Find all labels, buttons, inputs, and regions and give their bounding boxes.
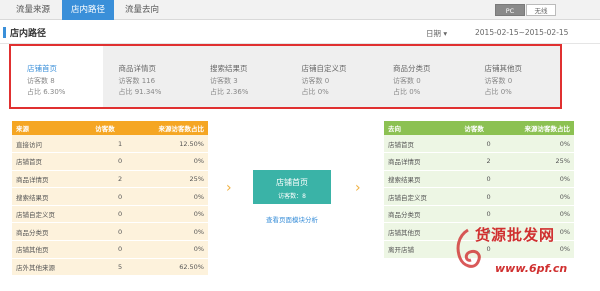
- view-module-analysis-link[interactable]: 查看页面模块分析: [266, 214, 318, 224]
- row-ratio: 0%: [126, 152, 208, 171]
- table-row: 商品详情页 2 25%: [12, 170, 208, 189]
- row-ratio: 0%: [494, 205, 574, 224]
- pc-toggle[interactable]: PC: [495, 4, 525, 16]
- row-label: 直接访问: [12, 135, 84, 154]
- wireless-toggle[interactable]: 无线: [526, 4, 556, 16]
- row-label: 店铺自定义页: [12, 205, 84, 224]
- row-visitors: 0: [453, 135, 495, 154]
- watermark-text: 货源批发网: [475, 226, 556, 244]
- source-table: 来源 访客数 来源访客数占比 直接访问 1 12.50% 店铺首页 0 0% 商品详情页…: [12, 121, 208, 277]
- current-page-title: 店铺首页: [276, 178, 308, 187]
- row-ratio: 62.50%: [126, 258, 208, 277]
- table-row: 店铺自定义页 0 0%: [12, 205, 208, 224]
- row-visitors: 2: [453, 152, 495, 171]
- row-label: 店铺自定义页: [384, 187, 454, 206]
- chevron-right-icon: ›: [226, 180, 232, 196]
- row-visitors: 0: [83, 222, 127, 242]
- section-title: 店内路径: [10, 29, 47, 39]
- row-label: 商品详情页: [12, 170, 84, 189]
- chevron-right-icon: ›: [355, 180, 361, 196]
- date-dropdown[interactable]: 日期 ▾: [426, 28, 447, 39]
- row-visitors: 1: [83, 135, 127, 154]
- date-range: 2015-02-15~2015-02-15: [475, 28, 569, 37]
- table-header-row: 去向 访客数 来源访客数占比: [384, 121, 574, 135]
- chevron-down-icon: ▾: [443, 29, 448, 38]
- row-ratio: 25%: [494, 152, 574, 171]
- col-visitors: 访客数: [83, 121, 127, 135]
- row-label: 搜索结果页: [384, 170, 454, 189]
- table-row: 搜索结果页 0 0%: [12, 187, 208, 206]
- row-label: 商品分类页: [384, 205, 454, 224]
- row-ratio: 25%: [126, 170, 208, 189]
- table-row: 店铺首页 0 0%: [12, 152, 208, 171]
- col-visitors: 访客数: [453, 121, 495, 135]
- table-row: 店外其他来源 5 62.50%: [12, 258, 208, 277]
- row-label: 店铺首页: [12, 152, 84, 171]
- col-source: 来源: [12, 121, 84, 135]
- table-row: 直接访问 1 12.50%: [12, 135, 208, 154]
- row-ratio: 0%: [494, 187, 574, 206]
- row-ratio: 0%: [126, 240, 208, 259]
- row-visitors: 0: [83, 240, 127, 259]
- table-header-row: 来源 访客数 来源访客数占比: [12, 121, 208, 135]
- tab-traffic-destination[interactable]: 流量去向: [118, 0, 166, 20]
- row-label: 店铺首页: [384, 135, 454, 154]
- row-visitors: 0: [83, 187, 127, 206]
- row-label: 店外其他来源: [12, 258, 84, 277]
- top-tab-bar: 流量来源 店内路径 流量去向 PC 无线: [0, 0, 600, 20]
- row-ratio: 0%: [126, 222, 208, 242]
- watermark-url: www.6pf.cn: [495, 262, 568, 275]
- table-row: 搜索结果页 0 0%: [384, 170, 574, 189]
- section-marker: [3, 27, 6, 38]
- col-destination: 去向: [384, 121, 454, 135]
- col-ratio: 来源访客数占比: [126, 121, 208, 135]
- row-visitors: 5: [83, 258, 127, 277]
- row-label: 商品分类页: [12, 222, 84, 242]
- table-row: 商品分类页 0 0%: [384, 205, 574, 224]
- row-ratio: 0%: [494, 170, 574, 189]
- row-label: 搜索结果页: [12, 187, 84, 206]
- table-row: 店铺首页 0 0%: [384, 135, 574, 154]
- date-label: 日期: [426, 29, 441, 38]
- row-visitors: 0: [83, 152, 127, 171]
- row-label: 离开店铺: [384, 240, 454, 259]
- row-visitors: 0: [83, 205, 127, 224]
- table-row: 店铺其他页 0 0%: [12, 240, 208, 259]
- row-visitors: 2: [83, 170, 127, 189]
- section-header: 店内路径 日期 ▾ 2015-02-15~2015-02-15: [0, 22, 600, 44]
- row-ratio: 0%: [126, 187, 208, 206]
- table-row: 商品分类页 0 0%: [12, 222, 208, 242]
- row-visitors: 0: [453, 170, 495, 189]
- row-label: 商品详情页: [384, 152, 454, 171]
- row-label: 店铺其他页: [384, 222, 454, 242]
- table-row: 商品详情页 2 25%: [384, 152, 574, 171]
- highlight-box: [9, 44, 562, 109]
- row-visitors: 0: [453, 187, 495, 206]
- tab-in-store-path[interactable]: 店内路径: [62, 0, 114, 20]
- tab-traffic-source[interactable]: 流量来源: [10, 0, 56, 20]
- row-ratio: 12.50%: [126, 135, 208, 154]
- row-label: 店铺其他页: [12, 240, 84, 259]
- row-visitors: 0: [453, 205, 495, 224]
- current-page-visitors: 访客数：8: [278, 193, 306, 200]
- row-ratio: 0%: [494, 135, 574, 154]
- col-ratio: 来源访客数占比: [494, 121, 574, 135]
- table-row: 店铺自定义页 0 0%: [384, 187, 574, 206]
- current-page-node: 店铺首页 访客数：8: [253, 170, 331, 204]
- row-ratio: 0%: [126, 205, 208, 224]
